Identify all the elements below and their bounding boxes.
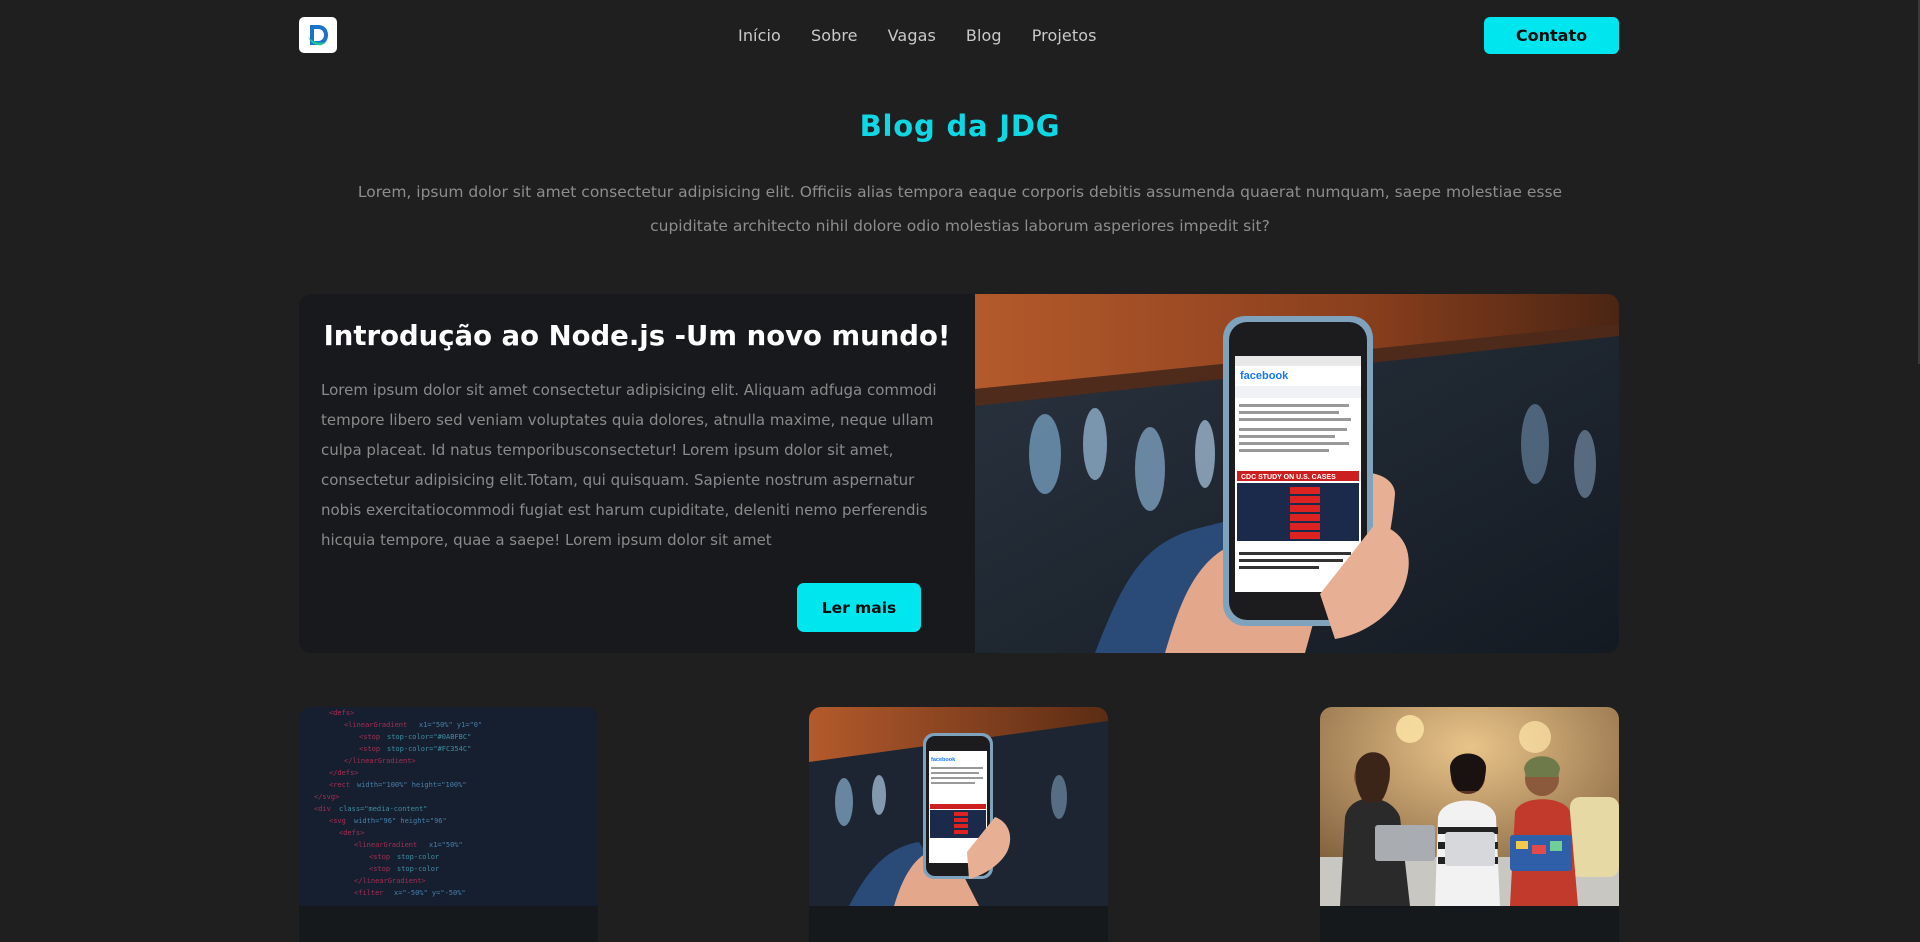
contact-button[interactable]: Contato: [1484, 17, 1619, 54]
featured-post-content: Introdução ao Node.js -Um novo mundo! Lo…: [299, 294, 975, 653]
women-with-laptops-image: [1320, 707, 1619, 906]
nav-item-blog[interactable]: Blog: [966, 26, 1002, 45]
nav-item-sobre[interactable]: Sobre: [811, 26, 858, 45]
code-editor-image: <defs> <linearGradient x1="50%" y1="0" <s…: [299, 707, 598, 906]
site-header: Início Sobre Vagas Blog Projetos Contato: [299, 17, 1619, 54]
main-nav: Início Sobre Vagas Blog Projetos: [738, 17, 1097, 53]
nav-item-projetos[interactable]: Projetos: [1032, 26, 1097, 45]
svg-text:CDC STUDY ON U.S. CASES: CDC STUDY ON U.S. CASES: [1241, 474, 1336, 481]
post-card[interactable]: <defs> <linearGradient x1="50%" y1="0" <s…: [299, 707, 598, 942]
page-title: Blog da JDG: [859, 109, 1061, 143]
hand-holding-phone-facebook-image: facebook CDC STUDY ON U.S. CASES: [975, 294, 1619, 653]
jdg-logo-icon[interactable]: [299, 17, 337, 53]
svg-text:facebook: facebook: [931, 757, 956, 763]
nav-item-vagas[interactable]: Vagas: [888, 26, 936, 45]
featured-post-card: Introdução ao Node.js -Um novo mundo! Lo…: [299, 294, 1619, 653]
nav-item-inicio[interactable]: Início: [738, 26, 781, 45]
svg-text:facebook: facebook: [1240, 370, 1289, 382]
page-intro: Lorem, ipsum dolor sit amet consectetur …: [357, 183, 1563, 235]
read-more-button[interactable]: Ler mais: [797, 583, 921, 632]
post-card[interactable]: [1320, 707, 1619, 942]
featured-post-title: Introdução ao Node.js -Um novo mundo!: [323, 320, 951, 352]
post-card[interactable]: facebook: [809, 707, 1108, 942]
featured-post-excerpt: Lorem ipsum dolor sit amet consectetur a…: [321, 381, 937, 549]
hand-holding-phone-image: facebook: [809, 707, 1108, 906]
